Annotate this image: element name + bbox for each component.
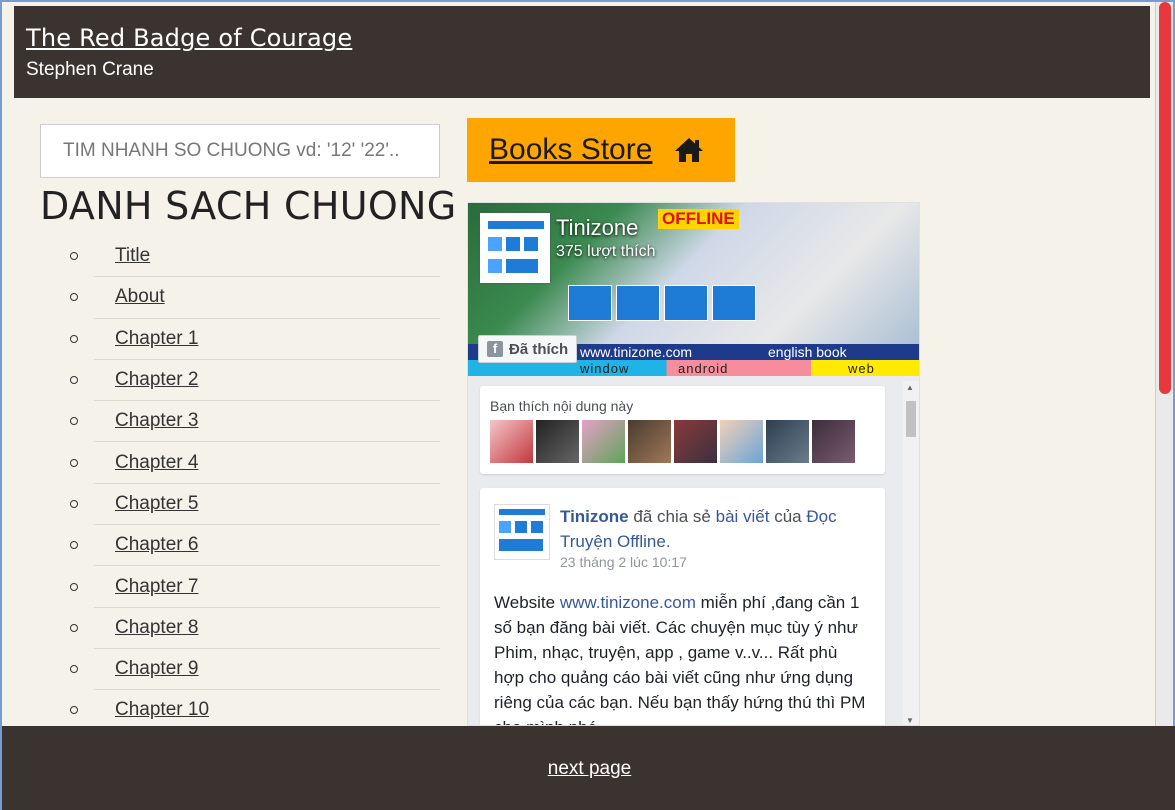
header-bar: The Red Badge of Courage Stephen Crane: [14, 6, 1150, 98]
list-item: Chapter 4: [70, 442, 440, 484]
list-item: Chapter 6: [70, 525, 440, 567]
avatar[interactable]: [628, 420, 671, 463]
post-body-link[interactable]: www.tinizone.com: [560, 593, 696, 612]
list-item: Chapter 9: [70, 649, 440, 691]
feed-scrollbar-thumb[interactable]: [906, 401, 916, 437]
post-date[interactable]: 23 tháng 2 lúc 10:17: [560, 554, 871, 570]
cover-website-text: www.tinizone.com: [580, 344, 693, 360]
post-of-text: của: [774, 507, 802, 526]
post-header: Tinizone đã chia sẻ bài viết của Đọc Tru…: [560, 504, 871, 554]
liked-button[interactable]: f Đã thích: [478, 335, 578, 363]
post-body-text: miễn phí ,đang cần 1 số bạn đăng bài viế…: [494, 593, 866, 725]
page-scrollbar-thumb[interactable]: [1159, 2, 1171, 394]
chapter-link[interactable]: Chapter 9: [115, 658, 198, 680]
list-item: Chapter 5: [70, 484, 440, 526]
footer-bar: next page: [2, 726, 1175, 810]
chapter-link[interactable]: Chapter 4: [115, 452, 198, 474]
avatar[interactable]: [536, 420, 579, 463]
cover-english-book-text: english book: [768, 344, 847, 360]
facebook-cover-image[interactable]: OFFLINE www.tinizone.com english book wi…: [468, 203, 919, 376]
list-item: Chapter 1: [70, 319, 440, 360]
list-item: About: [70, 277, 440, 319]
cover-promo-text: OFFLINE: [658, 209, 739, 229]
bullet-icon: [70, 706, 78, 715]
facebook-icon: f: [487, 341, 503, 357]
avatar[interactable]: [766, 420, 809, 463]
bullet-icon: [70, 376, 78, 385]
platform-web: web: [848, 361, 875, 376]
chapter-link[interactable]: Chapter 7: [115, 576, 198, 598]
bullet-icon: [70, 293, 78, 302]
page-like-count: 375 lượt thích: [556, 243, 656, 260]
avatar[interactable]: [490, 420, 533, 463]
list-item: Chapter 3: [70, 401, 440, 443]
chapter-link[interactable]: About: [115, 286, 165, 308]
book-title-link[interactable]: The Red Badge of Courage: [26, 24, 1138, 52]
bullet-icon: [70, 458, 78, 467]
home-icon: [675, 138, 704, 162]
chapter-link[interactable]: Chapter 6: [115, 534, 198, 556]
cover-app-tiles: [568, 285, 756, 321]
post-body: Website www.tinizone.com miễn phí ,đang …: [494, 590, 871, 725]
list-item: Chapter 7: [70, 566, 440, 608]
platform-android: android: [678, 361, 729, 376]
post-author-avatar[interactable]: [494, 504, 550, 560]
post-link[interactable]: bài viết: [716, 507, 770, 526]
list-item: Chapter 8: [70, 608, 440, 649]
bullet-icon: [70, 582, 78, 591]
facebook-feed: Bạn thích nội dung này Tinizone đã chia …: [468, 376, 919, 725]
chapter-link[interactable]: Chapter 2: [115, 369, 198, 391]
bullet-icon: [70, 252, 78, 261]
scroll-down-icon[interactable]: ▼: [906, 716, 914, 725]
chapter-link[interactable]: Chapter 8: [115, 617, 198, 639]
facebook-page-widget: OFFLINE www.tinizone.com english book wi…: [467, 202, 920, 726]
avatar[interactable]: [720, 420, 763, 463]
post-card: Tinizone đã chia sẻ bài viết của Đọc Tru…: [480, 488, 885, 725]
bullet-icon: [70, 417, 78, 426]
book-author: Stephen Crane: [26, 59, 154, 80]
bullet-icon: [70, 334, 78, 343]
chapter-list-heading: DANH SACH CHUONG: [40, 184, 457, 228]
post-body-prefix: Website: [494, 593, 556, 612]
post-author-link[interactable]: Tinizone: [560, 507, 629, 526]
list-item: Title: [70, 236, 440, 278]
likers-title: Bạn thích nội dung này: [490, 398, 634, 414]
chapter-search-input[interactable]: [40, 124, 440, 178]
bullet-icon: [70, 665, 78, 674]
scroll-up-icon[interactable]: ▲: [906, 383, 914, 392]
books-store-label: Books Store: [489, 133, 653, 166]
avatar[interactable]: [674, 420, 717, 463]
liked-button-label: Đã thích: [509, 340, 569, 358]
liker-avatars: [490, 420, 875, 463]
page-scrollbar[interactable]: [1155, 2, 1173, 726]
chapter-list: Title About Chapter 1 Chapter 2 Chapter …: [70, 236, 440, 732]
chapter-link[interactable]: Chapter 10: [115, 699, 209, 721]
chapter-link[interactable]: Chapter 5: [115, 493, 198, 515]
chapter-link[interactable]: Title: [115, 245, 150, 267]
page-avatar[interactable]: [480, 213, 550, 283]
post-shared-text: đã chia sẻ: [633, 507, 711, 526]
chapter-link[interactable]: Chapter 1: [115, 328, 198, 350]
feed-scrollbar[interactable]: ▲ ▼: [903, 381, 919, 725]
avatar[interactable]: [582, 420, 625, 463]
bullet-icon: [70, 623, 78, 632]
list-item: Chapter 2: [70, 360, 440, 402]
next-page-link[interactable]: next page: [548, 758, 631, 780]
chapter-link[interactable]: Chapter 3: [115, 410, 198, 432]
likers-card: Bạn thích nội dung này: [480, 386, 885, 474]
avatar[interactable]: [812, 420, 855, 463]
page-name[interactable]: Tinizone: [556, 215, 638, 241]
bullet-icon: [70, 541, 78, 550]
platform-window: window: [580, 361, 630, 376]
bullet-icon: [70, 499, 78, 508]
books-store-button[interactable]: Books Store: [467, 118, 735, 182]
